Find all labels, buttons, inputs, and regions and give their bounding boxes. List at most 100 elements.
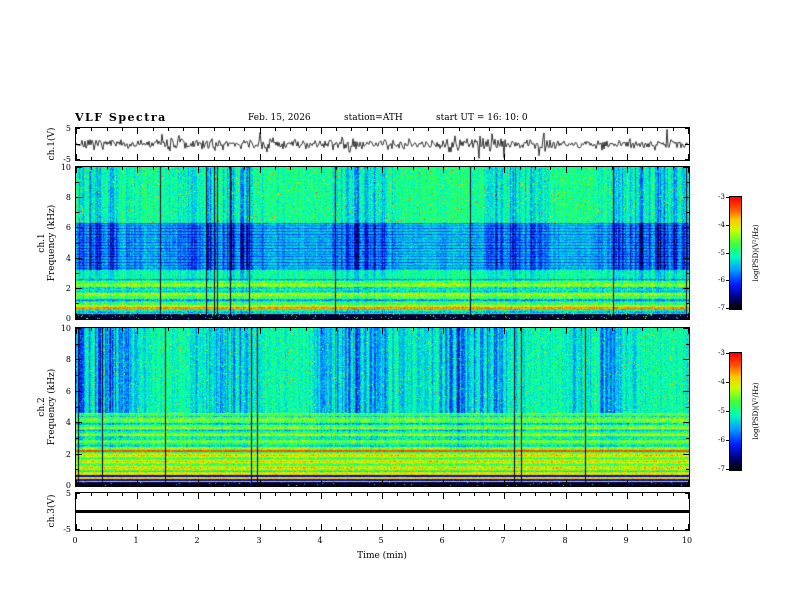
x-tick-mark (367, 493, 368, 496)
x-tick-mark (673, 527, 674, 530)
y-tick-mark (76, 328, 82, 329)
x-tick-mark (321, 167, 322, 173)
x-tick-label: 0 (72, 536, 78, 545)
colorbar-ch1-label: log(PSD)(V²/Hz) (752, 224, 760, 282)
x-tick-mark (367, 328, 368, 331)
x-tick-mark (153, 128, 154, 131)
x-tick-mark (596, 167, 597, 170)
x-tick-mark (137, 524, 138, 530)
x-tick-mark (122, 493, 123, 496)
x-tick-mark (642, 493, 643, 496)
x-tick-mark (550, 167, 551, 170)
x-tick-mark (657, 167, 658, 170)
x-tick-mark (581, 527, 582, 530)
x-tick-mark (612, 128, 613, 131)
x-tick-mark (351, 483, 352, 486)
colorbar-tick-label: -5 (718, 249, 725, 257)
x-tick-mark (153, 316, 154, 319)
x-tick-mark (382, 480, 383, 486)
x-tick-mark (229, 167, 230, 170)
x-tick-mark (382, 154, 383, 160)
y-tick-mark (76, 303, 79, 304)
x-tick-label: 2 (194, 536, 200, 545)
x-tick-mark (260, 167, 261, 173)
x-tick-mark (91, 316, 92, 319)
y-tick-mark (686, 407, 689, 408)
x-tick-mark (520, 316, 521, 319)
x-tick-mark (642, 328, 643, 331)
x-tick-mark (168, 316, 169, 319)
colorbar-tick-label: -4 (718, 221, 725, 229)
x-tick-mark (504, 313, 505, 319)
x-tick-mark (550, 527, 551, 530)
x-tick-mark (520, 493, 521, 496)
x-tick-mark (612, 316, 613, 319)
x-tick-mark (183, 483, 184, 486)
x-tick-mark (627, 313, 628, 319)
x-tick-mark (229, 483, 230, 486)
y-tick-mark (683, 227, 689, 228)
x-tick-mark (504, 128, 505, 134)
x-tick-mark (413, 493, 414, 496)
y-tick-mark (686, 273, 689, 274)
x-tick-mark (627, 128, 628, 134)
y-tick-mark (685, 159, 689, 160)
colorbar-ch2 (729, 352, 742, 471)
x-tick-mark (183, 328, 184, 331)
x-tick-mark (351, 527, 352, 530)
x-tick-mark (642, 527, 643, 530)
y-tick-mark (76, 197, 82, 198)
x-tick-mark (367, 157, 368, 160)
x-tick-mark (336, 128, 337, 131)
x-tick-mark (260, 493, 261, 499)
x-tick-mark (91, 128, 92, 131)
x-tick-mark (581, 167, 582, 170)
ch3-timeseries-panel (75, 492, 690, 531)
x-tick-mark (428, 167, 429, 170)
x-tick-mark (122, 483, 123, 486)
colorbar-tick-label: -7 (718, 465, 725, 473)
x-tick-mark (229, 157, 230, 160)
x-tick-mark (198, 154, 199, 160)
y-tick-label: -5 (63, 155, 71, 164)
y-tick-mark (76, 359, 82, 360)
y-tick-mark (686, 243, 689, 244)
x-tick-mark (657, 483, 658, 486)
x-tick-mark (260, 128, 261, 134)
y-tick-mark (76, 128, 80, 129)
x-tick-mark (673, 167, 674, 170)
x-tick-mark (137, 154, 138, 160)
y-tick-label: 6 (65, 223, 71, 232)
x-tick-mark (596, 128, 597, 131)
x-tick-mark (275, 167, 276, 170)
colorbar-tick-mark (726, 225, 729, 226)
x-tick-mark (627, 154, 628, 160)
x-tick-mark (566, 480, 567, 486)
x-tick-mark (229, 316, 230, 319)
y-tick-mark (686, 212, 689, 213)
x-tick-label: 5 (378, 536, 384, 545)
x-tick-mark (214, 493, 215, 496)
x-tick-mark (459, 167, 460, 170)
y-tick-mark (685, 493, 689, 494)
x-tick-mark (382, 167, 383, 173)
x-tick-mark (91, 167, 92, 170)
x-tick-mark (474, 483, 475, 486)
x-tick-mark (321, 328, 322, 334)
x-tick-mark (153, 483, 154, 486)
y-tick-mark (76, 227, 82, 228)
colorbar-tick-mark (726, 280, 729, 281)
x-tick-mark (443, 128, 444, 134)
x-tick-mark (581, 128, 582, 131)
x-tick-mark (306, 483, 307, 486)
x-tick-mark (336, 493, 337, 496)
x-tick-mark (550, 128, 551, 131)
x-tick-mark (520, 157, 521, 160)
colorbar-tick-mark (726, 353, 729, 354)
x-tick-mark (535, 157, 536, 160)
x-tick-mark (535, 527, 536, 530)
x-tick-mark (306, 157, 307, 160)
x-tick-mark (443, 167, 444, 173)
x-tick-mark (122, 128, 123, 131)
x-tick-mark (306, 328, 307, 331)
